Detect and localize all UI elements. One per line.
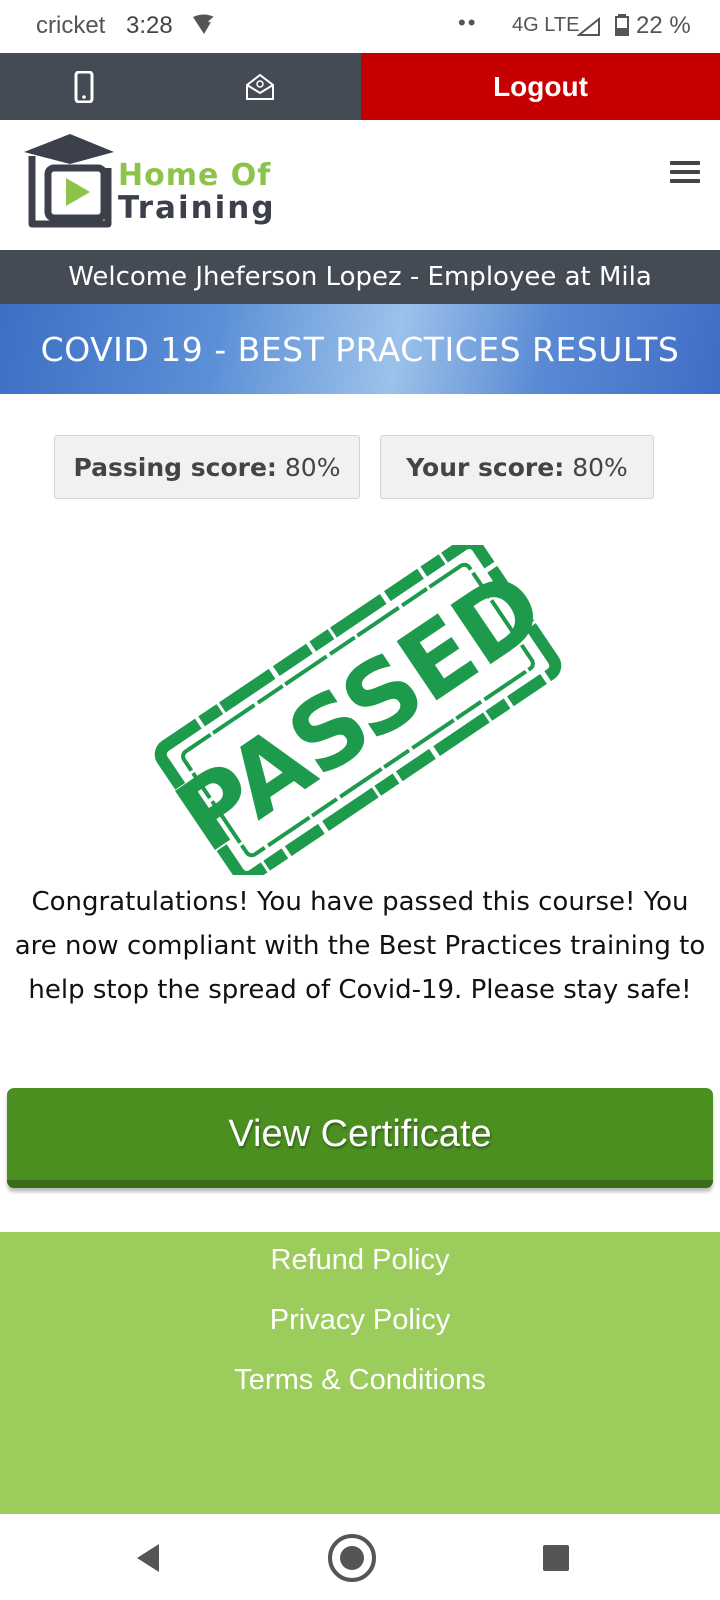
- signal-icon: [576, 16, 601, 44]
- refund-policy-link[interactable]: Refund Policy: [0, 1244, 720, 1277]
- phone-button[interactable]: [24, 53, 144, 120]
- page-title: COVID 19 - BEST PRACTICES RESULTS: [0, 304, 720, 394]
- privacy-policy-link[interactable]: Privacy Policy: [0, 1304, 720, 1337]
- passing-score-label: Passing score:: [73, 452, 277, 482]
- carrier-name: cricket: [36, 12, 106, 39]
- network-type: 4G LTE: [512, 14, 580, 36]
- your-score-box: Your score: 80%: [380, 435, 654, 499]
- battery-icon: [615, 14, 629, 43]
- passing-score-value: 80%: [284, 452, 341, 482]
- phone-icon: [74, 70, 94, 103]
- envelope-icon: [246, 73, 274, 100]
- home-button[interactable]: [322, 1532, 382, 1584]
- site-header: Home Of Training: [0, 120, 720, 250]
- footer: Refund Policy Privacy Policy Terms & Con…: [0, 1232, 720, 1514]
- email-button[interactable]: [200, 53, 320, 120]
- your-score-label: Your score:: [406, 452, 565, 482]
- logo-text-training: Training: [118, 190, 276, 226]
- back-triangle-icon: [137, 1544, 159, 1572]
- notification-dots: ••: [458, 10, 478, 35]
- battery-percent: 22 %: [636, 12, 691, 39]
- logo-text-home-of: Home Of: [118, 158, 272, 193]
- terms-conditions-link[interactable]: Terms & Conditions: [0, 1364, 720, 1397]
- wifi-calling-icon: [192, 14, 218, 43]
- clock: 3:28: [126, 12, 173, 39]
- system-navigation-bar: [0, 1514, 720, 1600]
- passing-score-box: Passing score: 80%: [54, 435, 360, 499]
- status-bar: cricket 3:28 •• 4G LTE 22 %: [0, 0, 720, 52]
- congratulations-message: Congratulations! You have passed this co…: [14, 887, 706, 1005]
- top-action-bar: Logout: [0, 53, 720, 120]
- recents-button[interactable]: [526, 1532, 586, 1584]
- home-of-training-logo[interactable]: Home Of Training: [18, 134, 308, 234]
- welcome-banner: Welcome Jheferson Lopez - Employee at Mi…: [0, 250, 720, 304]
- contact-bar: [0, 53, 361, 120]
- passed-stamp: PASSED: [148, 536, 568, 884]
- home-circle-icon: [328, 1534, 376, 1582]
- view-certificate-button[interactable]: View Certificate: [7, 1088, 713, 1188]
- recents-square-icon: [543, 1545, 569, 1571]
- hamburger-menu-icon[interactable]: [664, 156, 708, 200]
- your-score-value: 80%: [572, 452, 628, 482]
- logout-button[interactable]: Logout: [361, 53, 720, 120]
- back-button[interactable]: [118, 1532, 178, 1584]
